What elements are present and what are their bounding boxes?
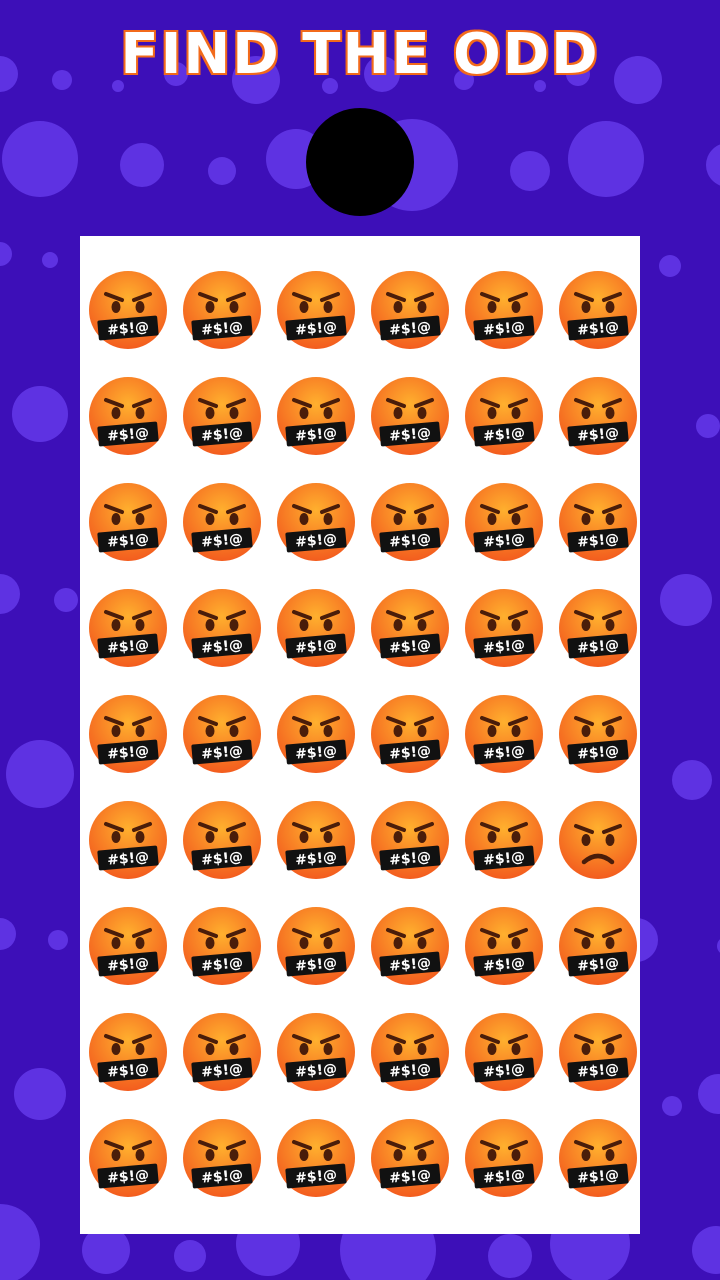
background-bubble	[120, 143, 164, 187]
background-bubble	[208, 157, 236, 185]
background-bubble	[0, 574, 20, 614]
background-bubble	[42, 252, 58, 268]
face-with-symbols-on-mouth-icon[interactable]: #$!@	[86, 1010, 170, 1094]
face-with-symbols-on-mouth-icon[interactable]: #$!@	[274, 374, 358, 458]
face-with-symbols-on-mouth-icon[interactable]: #$!@	[180, 268, 264, 352]
face-with-symbols-on-mouth-icon[interactable]: #$!@	[368, 480, 452, 564]
face-with-symbols-on-mouth-icon[interactable]: #$!@	[462, 1010, 546, 1094]
background-bubble	[0, 1204, 40, 1280]
face-with-symbols-on-mouth-icon[interactable]: #$!@	[86, 268, 170, 352]
background-bubble	[659, 255, 681, 277]
background-bubble	[660, 574, 712, 626]
face-with-symbols-on-mouth-icon[interactable]: #$!@	[274, 268, 358, 352]
face-with-symbols-on-mouth-icon[interactable]: #$!@	[274, 692, 358, 776]
face-with-symbols-on-mouth-icon[interactable]: #$!@	[462, 374, 546, 458]
face-with-symbols-on-mouth-icon[interactable]: #$!@	[180, 480, 264, 564]
face-with-symbols-on-mouth-icon[interactable]: #$!@	[274, 1010, 358, 1094]
background-bubble	[510, 151, 550, 191]
face-with-symbols-on-mouth-icon[interactable]: #$!@	[86, 374, 170, 458]
face-with-symbols-on-mouth-icon[interactable]: #$!@	[368, 904, 452, 988]
background-bubble	[568, 121, 644, 197]
face-with-symbols-on-mouth-icon[interactable]: #$!@	[462, 692, 546, 776]
face-with-symbols-on-mouth-icon[interactable]: #$!@	[274, 798, 358, 882]
face-with-symbols-on-mouth-icon[interactable]: #$!@	[180, 586, 264, 670]
background-bubble	[0, 918, 16, 950]
face-with-symbols-on-mouth-icon[interactable]: #$!@	[462, 1116, 546, 1200]
face-with-symbols-on-mouth-icon[interactable]: #$!@	[556, 1116, 640, 1200]
face-with-symbols-on-mouth-icon[interactable]: #$!@	[368, 374, 452, 458]
background-bubble	[0, 242, 12, 266]
face-with-symbols-on-mouth-icon[interactable]: #$!@	[274, 1116, 358, 1200]
background-bubble	[488, 1234, 532, 1278]
face-with-symbols-on-mouth-icon[interactable]: #$!@	[556, 1010, 640, 1094]
background-bubble	[696, 414, 720, 438]
face-with-symbols-on-mouth-icon[interactable]: #$!@	[86, 692, 170, 776]
face-with-symbols-on-mouth-icon[interactable]: #$!@	[556, 692, 640, 776]
face-with-symbols-on-mouth-icon[interactable]: #$!@	[180, 692, 264, 776]
face-with-symbols-on-mouth-icon[interactable]: #$!@	[274, 586, 358, 670]
face-with-symbols-on-mouth-icon[interactable]: #$!@	[368, 692, 452, 776]
background-bubble	[672, 760, 712, 800]
angry-face-icon[interactable]	[556, 798, 640, 882]
face-with-symbols-on-mouth-icon[interactable]: #$!@	[462, 480, 546, 564]
background-bubble	[662, 1096, 682, 1116]
emoji-grid-board: #$!@ #$!@ #$!@ #$!@ #$!@ #$!@ #$!@ #$!@ #$!@ #$!@…	[80, 236, 640, 1234]
face-with-symbols-on-mouth-icon[interactable]: #$!@	[462, 586, 546, 670]
face-with-symbols-on-mouth-icon[interactable]: #$!@	[556, 480, 640, 564]
background-bubble	[706, 144, 720, 186]
face-with-symbols-on-mouth-icon[interactable]: #$!@	[180, 798, 264, 882]
face-with-symbols-on-mouth-icon[interactable]: #$!@	[368, 1010, 452, 1094]
face-with-symbols-on-mouth-icon[interactable]: #$!@	[556, 904, 640, 988]
face-with-symbols-on-mouth-icon[interactable]: #$!@	[556, 268, 640, 352]
face-with-symbols-on-mouth-icon[interactable]: #$!@	[274, 904, 358, 988]
face-with-symbols-on-mouth-icon[interactable]: #$!@	[180, 374, 264, 458]
background-bubble	[174, 1240, 206, 1272]
background-bubble	[48, 930, 68, 950]
background-bubble	[698, 1074, 720, 1114]
face-with-symbols-on-mouth-icon[interactable]: #$!@	[86, 586, 170, 670]
background-bubble	[54, 588, 78, 612]
face-with-symbols-on-mouth-icon[interactable]: #$!@	[368, 1116, 452, 1200]
face-with-symbols-on-mouth-icon[interactable]: #$!@	[86, 480, 170, 564]
background-bubble	[692, 1226, 720, 1274]
face-with-symbols-on-mouth-icon[interactable]: #$!@	[556, 374, 640, 458]
background-bubble	[6, 740, 74, 808]
face-with-symbols-on-mouth-icon[interactable]: #$!@	[274, 480, 358, 564]
face-with-symbols-on-mouth-icon[interactable]: #$!@	[556, 586, 640, 670]
face-with-symbols-on-mouth-icon[interactable]: #$!@	[180, 1010, 264, 1094]
face-with-symbols-on-mouth-icon[interactable]: #$!@	[86, 1116, 170, 1200]
face-with-symbols-on-mouth-icon[interactable]: #$!@	[180, 904, 264, 988]
background-bubble	[12, 386, 68, 442]
face-with-symbols-on-mouth-icon[interactable]: #$!@	[180, 1116, 264, 1200]
face-with-symbols-on-mouth-icon[interactable]: #$!@	[462, 268, 546, 352]
face-with-symbols-on-mouth-icon[interactable]: #$!@	[368, 586, 452, 670]
timer-circle	[306, 108, 414, 216]
face-with-symbols-on-mouth-icon[interactable]: #$!@	[86, 904, 170, 988]
background-bubble	[2, 121, 78, 197]
face-with-symbols-on-mouth-icon[interactable]: #$!@	[462, 798, 546, 882]
face-with-symbols-on-mouth-icon[interactable]: #$!@	[368, 268, 452, 352]
background-bubble	[14, 1068, 66, 1120]
face-with-symbols-on-mouth-icon[interactable]: #$!@	[368, 798, 452, 882]
face-with-symbols-on-mouth-icon[interactable]: #$!@	[86, 798, 170, 882]
face-with-symbols-on-mouth-icon[interactable]: #$!@	[462, 904, 546, 988]
page-title: FIND THE ODD	[119, 21, 600, 89]
